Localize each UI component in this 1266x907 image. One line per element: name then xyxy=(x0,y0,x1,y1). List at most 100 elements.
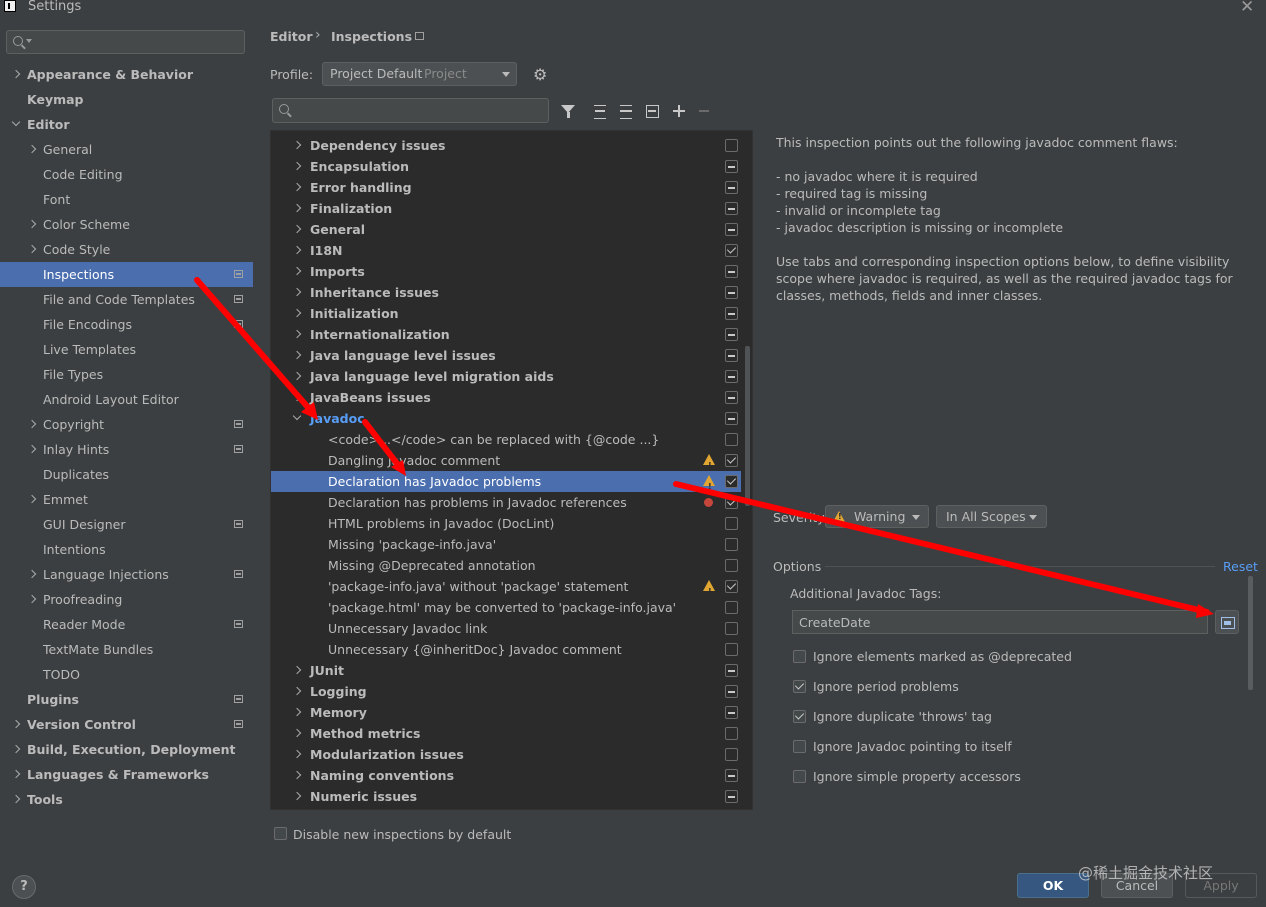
chevron-right-icon[interactable] xyxy=(27,444,37,454)
tree-row-code-replaceable[interactable]: <code>...</code> can be replaced with {@… xyxy=(271,429,741,450)
tree-row-naming-conventions[interactable]: Naming conventions xyxy=(271,765,741,786)
chevron-right-icon[interactable] xyxy=(292,329,302,339)
tree-row-modularization-issues[interactable]: Modularization issues xyxy=(271,744,741,765)
sidebar-item-inspections[interactable]: Inspections xyxy=(0,262,253,287)
inspection-checkbox[interactable] xyxy=(725,244,738,257)
sidebar-item-general[interactable]: General xyxy=(0,137,253,162)
sidebar-item-code-style[interactable]: Code Style xyxy=(0,237,253,262)
tree-row-i18n[interactable]: I18N xyxy=(271,240,741,261)
gear-icon[interactable]: ⚙ xyxy=(533,67,548,83)
tree-row-javadoc-references[interactable]: Declaration has problems in Javadoc refe… xyxy=(271,492,741,513)
chevron-right-icon[interactable] xyxy=(292,770,302,780)
tree-row-declaration-javadoc-problems[interactable]: Declaration has Javadoc problems xyxy=(271,471,741,497)
sidebar-item-reader-mode[interactable]: Reader Mode xyxy=(0,612,253,637)
ignore-duplicate-throws-checkbox[interactable] xyxy=(793,710,806,723)
sidebar-item-duplicates[interactable]: Duplicates xyxy=(0,462,253,487)
chevron-right-icon[interactable] xyxy=(11,744,21,754)
inspection-checkbox[interactable] xyxy=(725,328,738,341)
chevron-right-icon[interactable] xyxy=(27,494,37,504)
sidebar-item-languages-frameworks[interactable]: Languages & Frameworks xyxy=(0,762,253,787)
sidebar-item-font[interactable]: Font xyxy=(0,187,253,212)
add-icon[interactable] xyxy=(670,102,688,120)
sidebar-item-tools[interactable]: Tools xyxy=(0,787,253,812)
sidebar-item-proofreading[interactable]: Proofreading xyxy=(0,587,253,612)
tree-row-imports[interactable]: Imports xyxy=(271,261,741,282)
chevron-right-icon[interactable] xyxy=(292,140,302,150)
tree-row-logging[interactable]: Logging xyxy=(271,681,741,702)
chevron-right-icon[interactable] xyxy=(11,719,21,729)
chevron-down-icon[interactable] xyxy=(292,411,302,421)
inspection-checkbox[interactable] xyxy=(725,559,738,572)
expand-all-icon[interactable] xyxy=(591,102,609,120)
chevron-right-icon[interactable] xyxy=(11,69,21,79)
inspection-checkbox[interactable] xyxy=(725,538,738,551)
chevron-right-icon[interactable] xyxy=(11,794,21,804)
chevron-right-icon[interactable] xyxy=(292,203,302,213)
breadcrumb-editor[interactable]: Editor xyxy=(270,29,313,44)
chevron-right-icon[interactable] xyxy=(292,707,302,717)
chevron-right-icon[interactable] xyxy=(292,371,302,381)
sidebar-item-copyright[interactable]: Copyright xyxy=(0,412,253,437)
sidebar-item-language-injections[interactable]: Language Injections xyxy=(0,562,253,587)
inspection-checkbox[interactable] xyxy=(725,202,738,215)
inspection-checkbox[interactable] xyxy=(725,139,738,152)
tree-row-unnecessary-inheritdoc[interactable]: Unnecessary {@inheritDoc} Javadoc commen… xyxy=(271,639,741,660)
inspection-checkbox[interactable] xyxy=(725,412,738,425)
chevron-right-icon[interactable] xyxy=(292,350,302,360)
tree-scrollbar[interactable] xyxy=(745,346,750,506)
inspection-checkbox[interactable] xyxy=(725,307,738,320)
sidebar-item-file-encodings[interactable]: File Encodings xyxy=(0,312,253,337)
tree-row-unnecessary-javadoc-link[interactable]: Unnecessary Javadoc link xyxy=(271,618,741,639)
severity-dropdown[interactable]: Warning xyxy=(825,505,929,528)
chevron-right-icon[interactable] xyxy=(27,144,37,154)
tree-row-java-language-level-migration-aids[interactable]: Java language level migration aids xyxy=(271,366,741,387)
tree-row-junit[interactable]: JUnit xyxy=(271,660,741,681)
inspection-checkbox[interactable] xyxy=(725,265,738,278)
inspection-checkbox[interactable] xyxy=(725,790,738,803)
chevron-right-icon[interactable] xyxy=(292,182,302,192)
sidebar-item-keymap[interactable]: Keymap xyxy=(0,87,253,112)
tree-row-numeric-issues[interactable]: Numeric issues xyxy=(271,786,741,807)
sidebar-item-version-control[interactable]: Version Control xyxy=(0,712,253,737)
disable-new-inspections-checkbox[interactable] xyxy=(274,827,287,840)
chevron-right-icon[interactable] xyxy=(292,728,302,738)
sidebar-item-color-scheme[interactable]: Color Scheme xyxy=(0,212,253,237)
sidebar-item-todo[interactable]: TODO xyxy=(0,662,253,687)
inspection-checkbox[interactable] xyxy=(725,223,738,236)
tree-row-inheritance-issues[interactable]: Inheritance issues xyxy=(271,282,741,303)
collapse-all-icon[interactable] xyxy=(617,102,635,120)
tree-row-method-metrics[interactable]: Method metrics xyxy=(271,723,741,744)
tree-row-general[interactable]: General xyxy=(271,219,741,240)
search-history-caret-icon[interactable] xyxy=(26,39,32,43)
chevron-right-icon[interactable] xyxy=(292,686,302,696)
ignore-deprecated-checkbox[interactable] xyxy=(793,650,806,663)
inspection-checkbox[interactable] xyxy=(725,517,738,530)
chevron-right-icon[interactable] xyxy=(27,244,37,254)
inspection-checkbox[interactable] xyxy=(725,643,738,656)
sidebar-item-editor[interactable]: Editor xyxy=(0,112,253,137)
filter-icon[interactable] xyxy=(559,102,577,120)
chevron-right-icon[interactable] xyxy=(27,219,37,229)
ignore-period-checkbox[interactable] xyxy=(793,680,806,693)
chevron-right-icon[interactable] xyxy=(27,594,37,604)
chevron-right-icon[interactable] xyxy=(11,769,21,779)
inspection-checkbox[interactable] xyxy=(725,622,738,635)
sidebar-item-intentions[interactable]: Intentions xyxy=(0,537,253,562)
sidebar-item-inlay-hints[interactable]: Inlay Hints xyxy=(0,437,253,462)
chevron-right-icon[interactable] xyxy=(292,161,302,171)
tree-row-package-html-converted[interactable]: 'package.html' may be converted to 'pack… xyxy=(271,597,741,618)
inspection-checkbox[interactable] xyxy=(725,349,738,362)
chevron-right-icon[interactable] xyxy=(292,308,302,318)
browse-tags-button[interactable] xyxy=(1215,610,1239,634)
tree-row-javabeans-issues[interactable]: JavaBeans issues xyxy=(271,387,741,408)
tree-row-initialization[interactable]: Initialization xyxy=(271,303,741,324)
inspection-checkbox[interactable] xyxy=(725,664,738,677)
sidebar-item-textmate-bundles[interactable]: TextMate Bundles xyxy=(0,637,253,662)
chevron-right-icon[interactable] xyxy=(292,287,302,297)
sidebar-item-appearance-behavior[interactable]: Appearance & Behavior xyxy=(0,62,253,87)
tree-row-dependency-issues[interactable]: Dependency issues xyxy=(271,135,741,156)
chevron-right-icon[interactable] xyxy=(292,245,302,255)
sidebar-item-android-layout-editor[interactable]: Android Layout Editor xyxy=(0,387,253,412)
inspection-checkbox[interactable] xyxy=(725,685,738,698)
inspection-checkbox[interactable] xyxy=(725,580,738,593)
